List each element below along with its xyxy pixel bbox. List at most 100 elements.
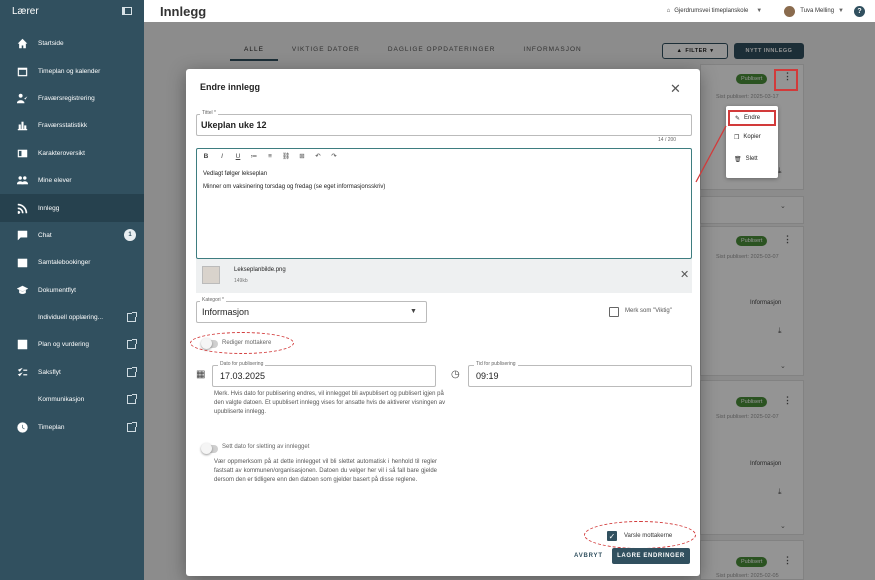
bullet-list-button[interactable]: ≔ xyxy=(249,152,259,160)
sidebar-header: Lærer xyxy=(0,0,144,22)
user-name[interactable]: Tuva Melling xyxy=(800,8,834,14)
sidebar-item-saksflyt[interactable]: Saksflyt xyxy=(0,359,144,386)
menu-item-label: Kopier xyxy=(743,134,761,140)
sidebar-item-chat[interactable]: Chat 1 xyxy=(0,222,144,249)
copy-icon: ❐ xyxy=(734,134,740,141)
underline-button[interactable]: U xyxy=(233,153,243,160)
sidebar-item-label: Fraværsregistrering xyxy=(38,94,95,102)
delete-note: Vær oppmerksom på at dette innlegget vil… xyxy=(214,459,437,483)
sidebar-item-label: Startside xyxy=(38,40,64,48)
menu-item-edit[interactable]: ✎ Endre xyxy=(728,110,776,126)
character-counter: 14 / 200 xyxy=(658,137,677,143)
publish-date-label: Dato for publisering xyxy=(218,361,266,367)
sidebar-item-innlegg[interactable]: Innlegg xyxy=(0,194,144,222)
numbered-list-button[interactable]: ≡ xyxy=(265,153,275,160)
avatar[interactable] xyxy=(784,5,796,17)
sidebar-item-timeplan[interactable]: Timeplan xyxy=(0,413,144,440)
clock-icon[interactable]: ◷ xyxy=(451,369,460,380)
sidebar-item-kommunikasjon[interactable]: Kommunikasjon xyxy=(0,386,144,413)
sidebar-item-plan-og-vurdering[interactable]: Plan og vurdering xyxy=(0,331,144,358)
school-icon: ⌂ xyxy=(666,8,671,14)
sidebar-item-label: Karakteroversikt xyxy=(38,149,85,157)
important-label: Merk som "Viktig" xyxy=(625,308,672,314)
school-name: Gjerdrumsvei timeplanskole xyxy=(674,8,749,14)
menu-item-label: Slett xyxy=(745,156,758,162)
publish-time-value: 09:19 xyxy=(476,371,499,381)
dialog-title: Endre innlegg xyxy=(200,82,261,92)
publish-time-label: Tid for publisering xyxy=(474,361,518,367)
external-link-icon xyxy=(127,366,137,377)
calendar-icon[interactable]: ▦ xyxy=(196,369,205,380)
booking-icon xyxy=(16,257,28,269)
annotation-ellipse xyxy=(190,332,294,354)
help-icon[interactable]: ? xyxy=(854,5,865,17)
sidebar-item-startside[interactable]: Startside xyxy=(0,30,144,57)
grades-icon xyxy=(16,147,28,159)
redo-button[interactable]: ↷ xyxy=(329,152,339,160)
editor-toolbar: B I U ≔ ≡ ⛓ ⊞ ↶ ↷ xyxy=(197,149,691,163)
delete-date-toggle[interactable] xyxy=(201,443,218,454)
publish-date-value: 17.03.2025 xyxy=(220,371,266,381)
menu-item-copy[interactable]: ❐ Kopier xyxy=(726,126,778,148)
role-title: Lærer xyxy=(12,5,39,17)
saksflyt-icon xyxy=(16,366,28,378)
menu-item-label: Endre xyxy=(744,115,761,121)
title-field[interactable] xyxy=(196,114,692,136)
attachment-size: 149kb xyxy=(234,278,248,284)
bar-chart-icon xyxy=(16,120,28,132)
remove-attachment-icon[interactable]: ✕ xyxy=(680,268,689,281)
sidebar-item-individuell-opplæring[interactable]: Individuell opplæring... xyxy=(0,304,144,331)
plan-icon xyxy=(16,339,28,351)
sidebar-item-karakteroversikt[interactable]: Karakteroversikt xyxy=(0,140,144,167)
calendar-icon xyxy=(16,65,28,77)
edit-post-dialog: Endre innlegg ✕ Tittel * Ukeplan uke 12 … xyxy=(186,69,700,576)
sidebar-item-label: Innlegg xyxy=(38,204,60,212)
chevron-down-icon: ▼ xyxy=(756,8,763,14)
table-button[interactable]: ⊞ xyxy=(297,152,307,160)
sidebar: Lærer Startside Timeplan og kalender Fravæ… xyxy=(0,0,144,580)
dropdown-arrow-icon: ▼ xyxy=(410,308,417,315)
trash-icon: 🗑 xyxy=(734,156,742,163)
sidebar-item-label: Samtalebookinger xyxy=(38,259,91,267)
sidebar-item-label: Timeplan xyxy=(38,423,65,431)
sidebar-item-dokumentflyt[interactable]: Dokumentflyt xyxy=(0,277,144,304)
undo-button[interactable]: ↶ xyxy=(313,152,323,160)
sidebar-item-label: Individuell opplæring... xyxy=(38,314,104,322)
external-link-icon xyxy=(127,339,137,350)
sidebar-item-fraværsstatistikk[interactable]: Fraværsstatistikk xyxy=(0,112,144,139)
sidebar-item-fraværsregistrering[interactable]: Fraværsregistrering xyxy=(0,85,144,112)
external-link-icon xyxy=(127,394,137,405)
rich-text-editor[interactable]: B I U ≔ ≡ ⛓ ⊞ ↶ ↷ Vedlagt følger leksepl… xyxy=(196,148,692,259)
annotation-ellipse xyxy=(584,521,696,549)
sidebar-item-label: Fraværsstatistikk xyxy=(38,122,88,130)
school-icon xyxy=(16,284,28,296)
chat-icon xyxy=(16,229,28,241)
editor-text-line: Minner om vaksinering torsdag og fredag … xyxy=(203,184,386,190)
sidebar-item-label: Chat xyxy=(38,231,52,239)
group-icon xyxy=(16,175,28,187)
unread-badge: 1 xyxy=(124,229,136,242)
school-selector[interactable]: ⌂ Gjerdrumsvei timeplanskole ▼ xyxy=(667,8,763,14)
sidebar-item-label: Plan og vurdering xyxy=(38,341,89,349)
sidebar-item-samtalebookinger[interactable]: Samtalebookinger xyxy=(0,249,144,276)
attachment-name[interactable]: Lekseplanbilde.png xyxy=(234,267,286,273)
chevron-down-icon[interactable]: ▼ xyxy=(838,8,844,14)
attachment-row: Lekseplanbilde.png 149kb ✕ xyxy=(196,259,692,293)
post-context-menu: ✎ Endre ❐ Kopier 🗑 Slett xyxy=(726,106,778,178)
sidebar-item-mine-elever[interactable]: Mine elever xyxy=(0,167,144,194)
menu-item-delete[interactable]: 🗑 Slett xyxy=(726,148,778,170)
pencil-icon: ✎ xyxy=(735,115,741,122)
link-button[interactable]: ⛓ xyxy=(281,152,291,160)
title-field-value: Ukeplan uke 12 xyxy=(201,120,267,130)
save-button[interactable]: LAGRE ENDRINGER xyxy=(612,548,690,564)
collapse-sidebar-icon[interactable] xyxy=(122,7,132,15)
publish-time-field[interactable] xyxy=(468,365,692,387)
editor-text-line: Vedlagt følger lekseplan xyxy=(203,171,268,177)
cancel-button[interactable]: AVBRYT xyxy=(574,553,603,559)
italic-button[interactable]: I xyxy=(217,153,227,160)
sidebar-item-timeplan-og-kalender[interactable]: Timeplan og kalender xyxy=(0,57,144,84)
close-icon[interactable]: ✕ xyxy=(670,81,681,97)
bold-button[interactable]: B xyxy=(201,153,211,160)
important-checkbox[interactable] xyxy=(609,307,619,317)
sidebar-item-label: Kommunikasjon xyxy=(38,396,85,404)
